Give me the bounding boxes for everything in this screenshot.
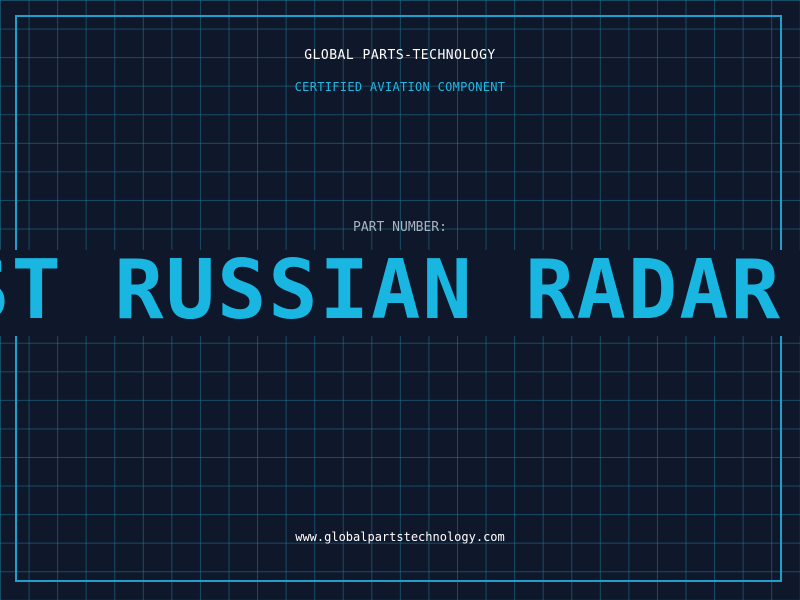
company-name: GLOBAL PARTS-TECHNOLOGY [304,48,496,63]
website-link[interactable]: www.globalpartstechnology.com [0,530,800,544]
part-number-band: NEWEST RUSSIAN RADAR [0,250,800,336]
part-number-label: PART NUMBER: [353,220,447,235]
certification-subtitle: CERTIFIED AVIATION COMPONENT [294,80,506,94]
part-number-value: NEWEST RUSSIAN RADAR [0,250,782,336]
